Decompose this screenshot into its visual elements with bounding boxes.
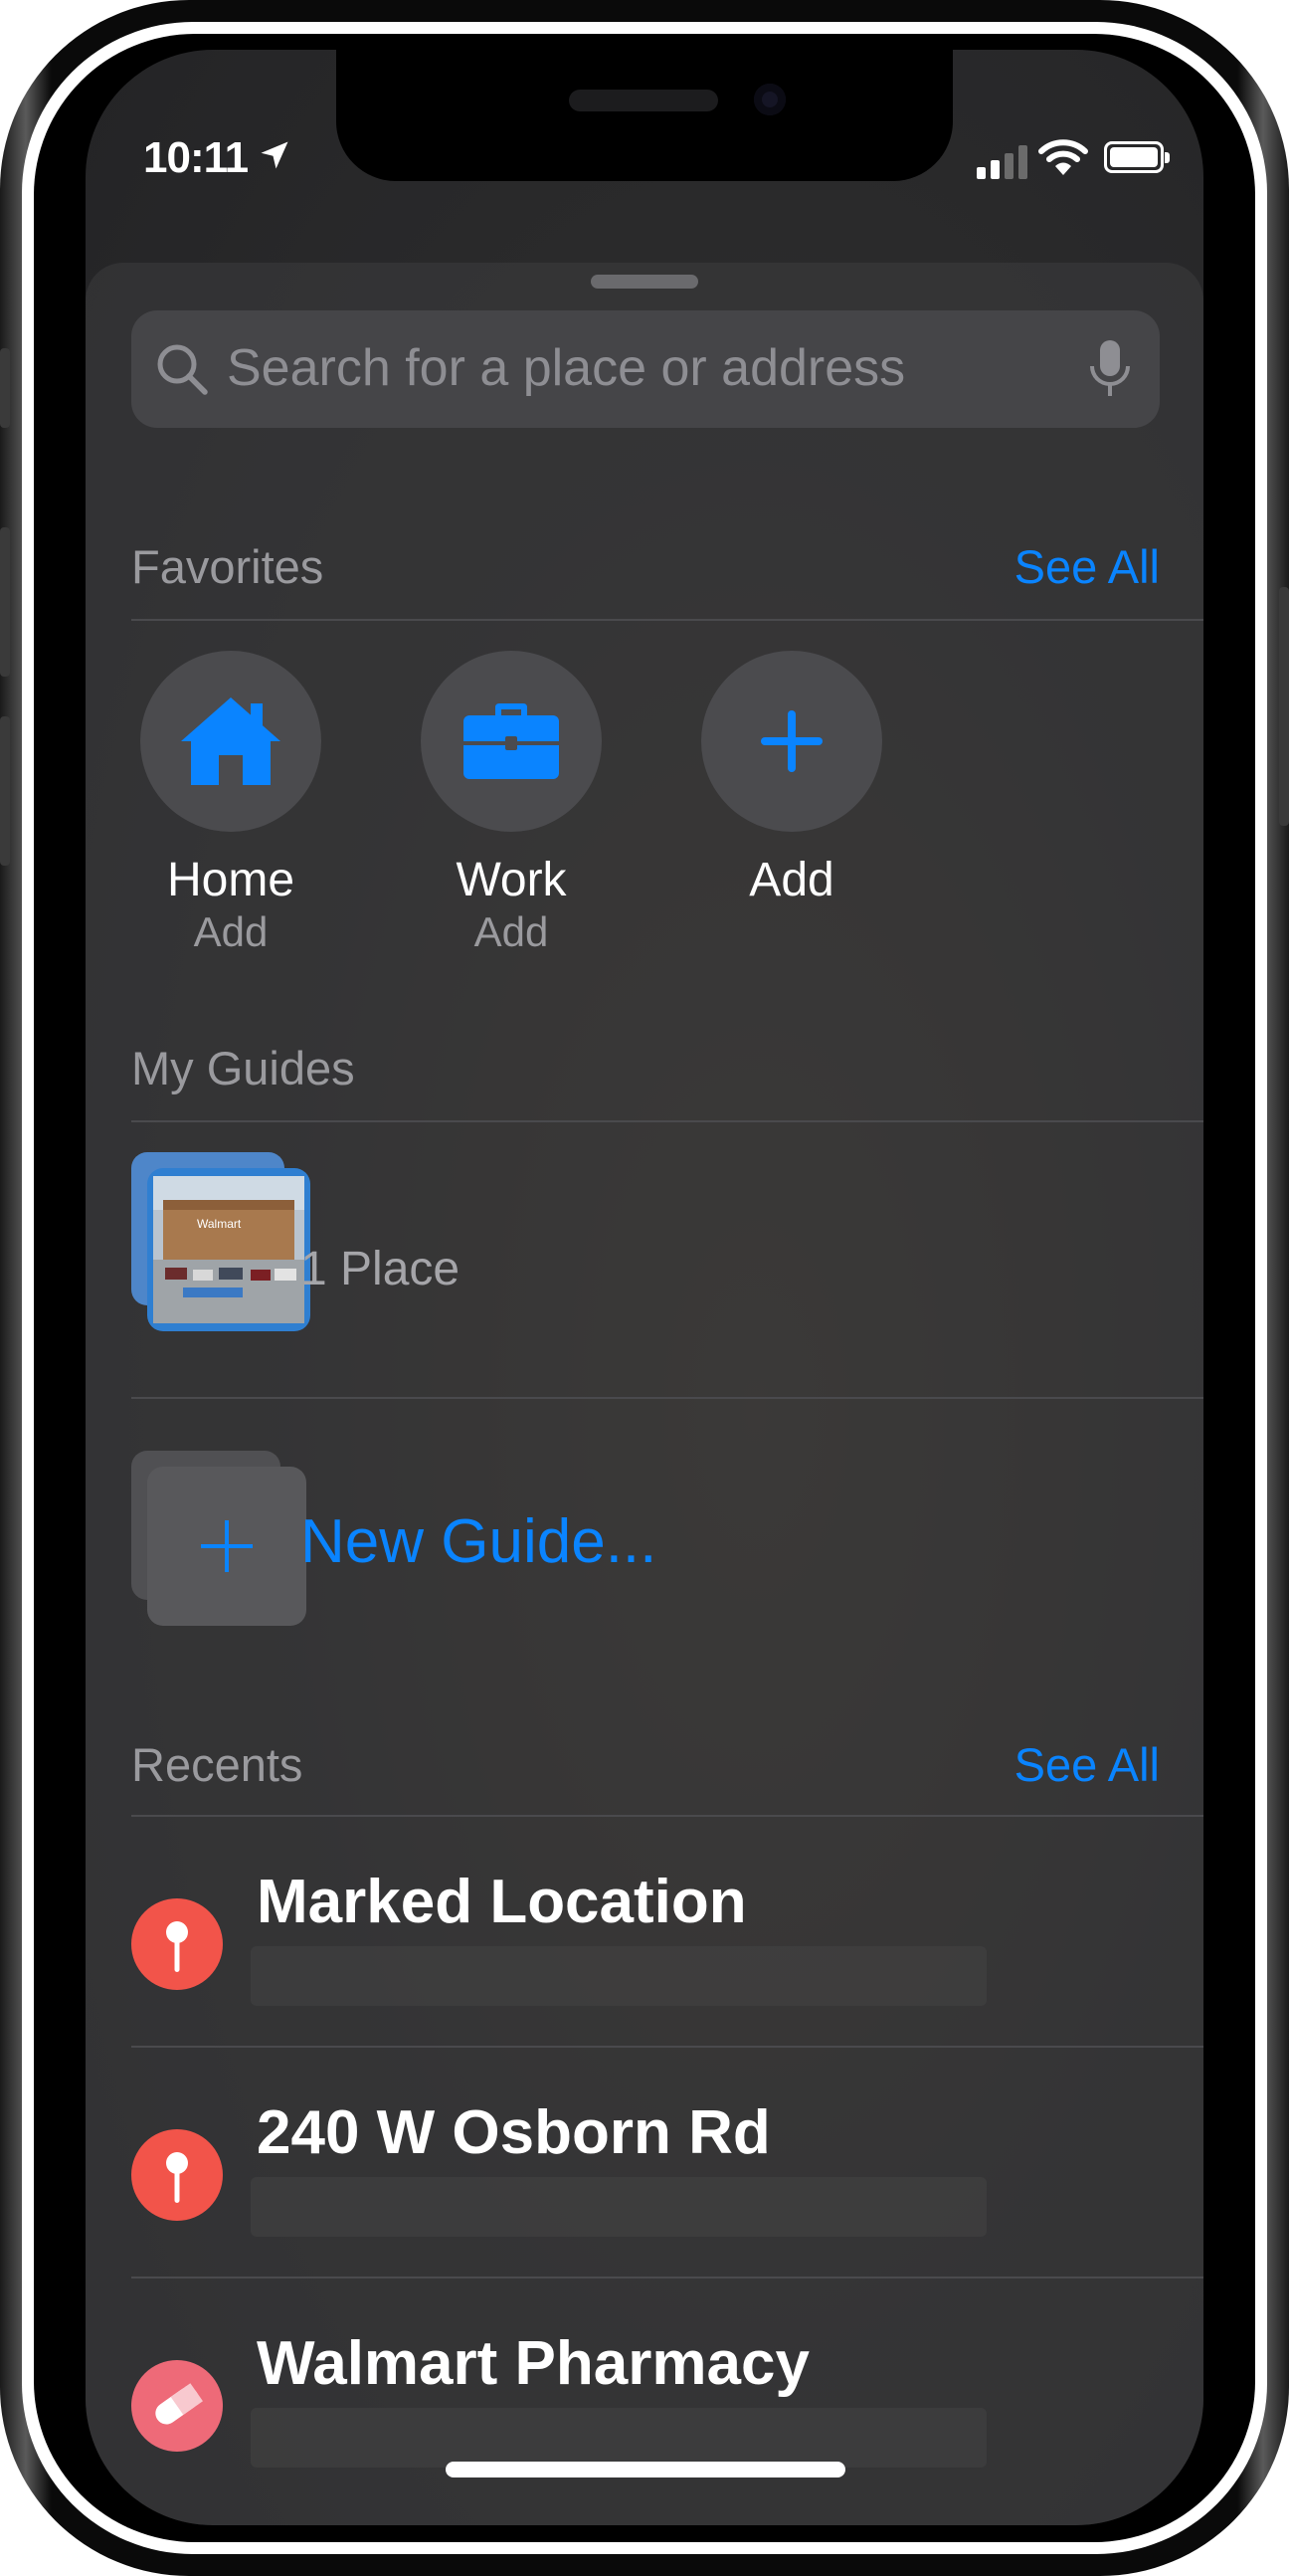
divider	[131, 619, 1203, 621]
guide-place-count: 1 Place	[300, 1243, 460, 1295]
favorite-sublabel: Add	[473, 908, 549, 955]
svg-text:Walmart: Walmart	[197, 1217, 242, 1231]
plus-icon	[761, 710, 823, 772]
notch	[336, 50, 953, 181]
recent-title: 240 W Osborn Rd	[257, 2098, 771, 2167]
recent-item[interactable]: 240 W Osborn Rd	[131, 2050, 1203, 2279]
wifi-icon	[1038, 139, 1088, 175]
divider	[131, 2277, 1203, 2279]
search-icon	[157, 344, 208, 395]
house-icon	[181, 697, 280, 785]
favorite-home[interactable]: Home Add	[131, 651, 330, 957]
new-guide-link[interactable]: New Guide...	[300, 1506, 656, 1577]
favorite-work[interactable]: Work Add	[412, 651, 611, 957]
divider	[131, 2046, 1203, 2048]
divider	[131, 1120, 1203, 1122]
screen: 10:11 Fav	[86, 50, 1203, 2525]
pin-icon	[166, 2152, 188, 2203]
guide-row[interactable]: Walmart 1 Place	[131, 1136, 1156, 1379]
power-button	[1279, 587, 1289, 826]
recents-see-all-link[interactable]: See All	[1014, 1737, 1160, 1792]
recent-icon-circle	[131, 2129, 223, 2221]
pill-icon	[155, 2383, 203, 2425]
favorite-label: Work	[456, 854, 567, 906]
favorite-add[interactable]: Add	[692, 651, 891, 907]
briefcase-icon	[463, 703, 559, 779]
microphone-icon[interactable]	[1088, 338, 1132, 400]
recent-title: Marked Location	[257, 1868, 747, 1936]
recent-icon-circle	[131, 2360, 223, 2452]
silent-switch	[0, 348, 10, 428]
volume-down-button	[0, 716, 10, 866]
new-guide-row[interactable]: New Guide...	[131, 1411, 1156, 1626]
favorite-label: Home	[166, 854, 295, 906]
recent-icon-circle	[131, 1898, 223, 1990]
pin-icon	[166, 1921, 188, 1972]
recent-subtitle-redacted	[251, 1946, 987, 2006]
recent-title: Walmart Pharmacy	[257, 2329, 810, 2398]
cellular-signal-icon	[977, 145, 1027, 179]
maps-sheet: Favorites See All Home Add	[86, 263, 1203, 2525]
recents-title: Recents	[131, 1738, 303, 1791]
divider	[131, 1815, 1203, 1817]
status-time: 10:11	[143, 133, 249, 182]
new-guide-thumb	[147, 1467, 306, 1626]
plus-icon	[201, 1520, 253, 1572]
favorites-see-all-link[interactable]: See All	[1014, 539, 1160, 594]
divider	[131, 1397, 1203, 1399]
favorite-work-circle[interactable]	[421, 651, 602, 832]
search-bar[interactable]	[131, 310, 1160, 428]
guide-thumb-frame: Walmart	[147, 1168, 310, 1331]
front-camera	[754, 84, 786, 115]
favorite-sublabel: Add	[193, 908, 269, 955]
recent-subtitle-redacted	[251, 2408, 987, 2468]
favorite-add-circle[interactable]	[701, 651, 882, 832]
walmart-storefront-photo: Walmart	[153, 1176, 304, 1323]
location-arrow-icon	[261, 141, 288, 169]
recent-item[interactable]: Marked Location	[131, 1819, 1203, 2048]
volume-up-button	[0, 527, 10, 677]
favorites-title: Favorites	[131, 540, 324, 593]
guides-title: My Guides	[131, 1042, 355, 1094]
favorite-home-circle[interactable]	[140, 651, 321, 832]
home-indicator[interactable]	[446, 2462, 845, 2477]
recent-subtitle-redacted	[251, 2177, 987, 2237]
speaker-grille	[569, 90, 718, 111]
favorite-label: Add	[749, 854, 834, 906]
sheet-grabber[interactable]	[591, 275, 698, 289]
battery-icon	[1104, 141, 1170, 173]
search-input[interactable]	[227, 332, 1042, 404]
